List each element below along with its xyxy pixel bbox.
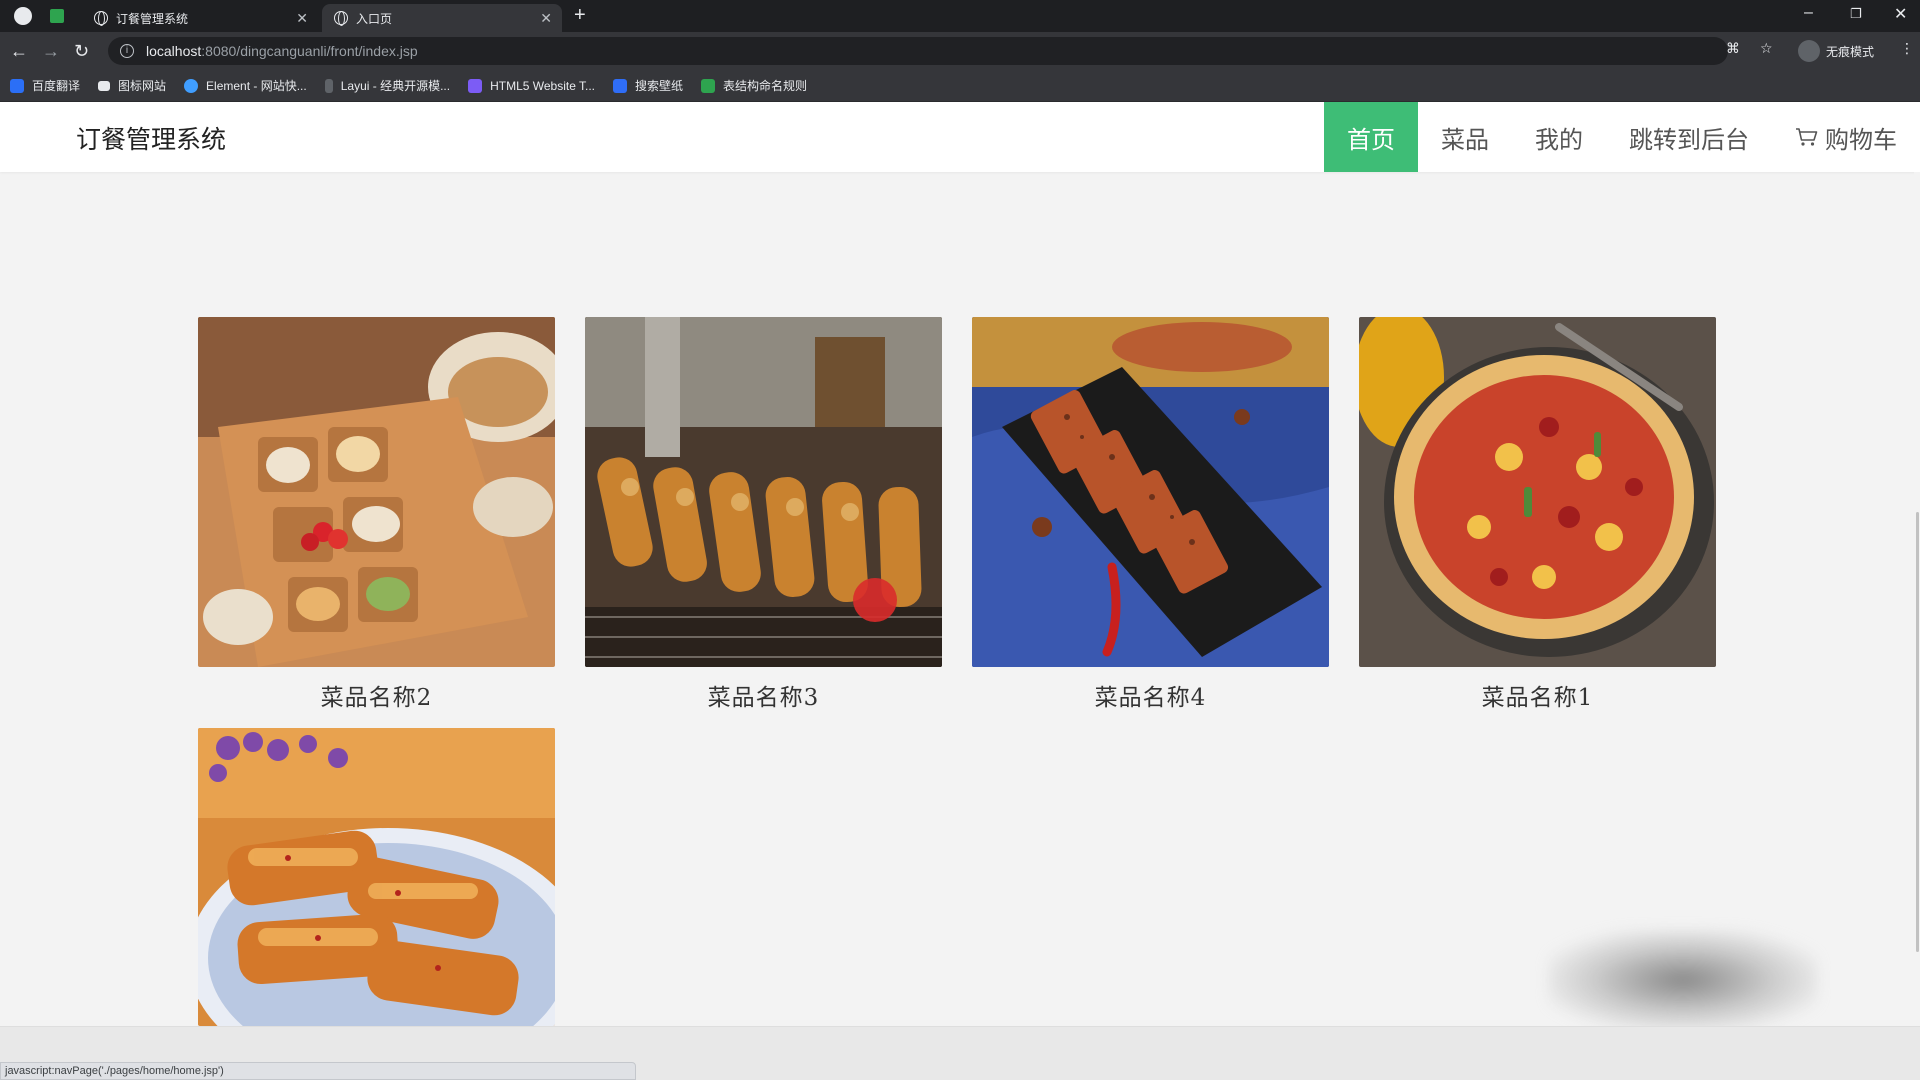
forward-icon[interactable]: → xyxy=(42,41,60,62)
bookmark-item[interactable]: 表结构命名规则 xyxy=(701,77,807,94)
globe-icon xyxy=(334,11,348,26)
bookmark-item[interactable]: 搜索壁纸 xyxy=(613,77,683,94)
cart-icon xyxy=(1796,128,1818,146)
flag-icon xyxy=(98,80,111,91)
blurred-watermark xyxy=(1548,930,1818,1030)
globe-icon xyxy=(94,11,108,26)
scrollbar-thumb[interactable] xyxy=(1916,512,1919,952)
layui-icon xyxy=(324,78,333,93)
bookmark-item[interactable]: 百度翻译 xyxy=(10,77,80,94)
element-icon xyxy=(184,78,199,93)
bookmark-item[interactable]: Layui - 经典开源模... xyxy=(324,77,450,94)
pizza-image[interactable] xyxy=(1359,317,1716,667)
nav-admin[interactable]: 跳转到后台 xyxy=(1606,102,1772,172)
page-content: 订餐管理系统 首页 菜品 我的 跳转到后台 购物车 菜品名称2 菜品名称3 菜品… xyxy=(0,102,1920,1080)
translate-icon xyxy=(10,78,24,93)
dish-card[interactable]: 菜品名称1 xyxy=(1359,317,1716,712)
pastry-image[interactable] xyxy=(198,728,555,1026)
status-bar: javascript:navPage('./pages/home/home.js… xyxy=(0,1062,636,1080)
bento-box-image[interactable] xyxy=(198,317,555,667)
translate-icon[interactable]: ⌘ xyxy=(1726,40,1740,57)
bookmarks-bar: 百度翻译 图标网站 Element - 网站快... Layui - 经典开源模… xyxy=(0,70,1920,102)
fried-tofu-image[interactable] xyxy=(972,317,1329,667)
new-tab-icon[interactable]: + xyxy=(574,4,586,27)
dish-card[interactable] xyxy=(198,728,555,1037)
dish-name[interactable]: 菜品名称2 xyxy=(198,678,555,712)
window-close-icon[interactable]: ✕ xyxy=(1894,4,1907,24)
dish-name[interactable]: 菜品名称3 xyxy=(585,678,942,712)
nav-mine[interactable]: 我的 xyxy=(1512,102,1606,172)
url-path: :8080/dingcanguanli/front/index.jsp xyxy=(201,43,418,59)
nav-dishes[interactable]: 菜品 xyxy=(1418,102,1512,172)
info-icon[interactable]: i xyxy=(120,44,134,58)
pinned-tab-icon[interactable] xyxy=(50,9,64,23)
dish-card[interactable]: 菜品名称4 xyxy=(972,317,1329,712)
close-icon[interactable]: ✕ xyxy=(296,10,308,27)
tab-title: 入口页 xyxy=(356,11,393,26)
bookmark-star-icon[interactable]: ☆ xyxy=(1760,40,1773,57)
url-host: localhost xyxy=(146,43,202,59)
main-nav: 首页 菜品 我的 跳转到后台 购物车 xyxy=(1324,102,1920,172)
dish-card[interactable]: 菜品名称2 xyxy=(198,317,555,712)
tab-orders[interactable]: 订餐管理系统 ✕ xyxy=(82,4,318,32)
incognito-badge[interactable]: 无痕模式 xyxy=(1798,40,1874,62)
browser-toolbar: ← → ↻ i localhost:8080/dingcanguanli/fro… xyxy=(0,32,1920,70)
sheet-icon xyxy=(701,78,716,93)
wallpaper-icon xyxy=(613,78,628,93)
tab-entry[interactable]: 入口页 ✕ xyxy=(322,4,562,32)
restore-icon[interactable]: ❐ xyxy=(1850,6,1862,22)
reload-icon[interactable]: ↻ xyxy=(74,41,89,62)
back-icon[interactable]: ← xyxy=(10,41,28,62)
incognito-icon xyxy=(1798,40,1820,62)
minimize-icon[interactable]: – xyxy=(1804,4,1813,22)
incognito-label: 无痕模式 xyxy=(1826,44,1875,59)
nav-cart[interactable]: 购物车 xyxy=(1772,102,1920,172)
browser-tab-bar: 订餐管理系统 ✕ 入口页 ✕ + – ❐ ✕ xyxy=(0,0,1920,32)
html5-icon xyxy=(468,78,483,93)
grilled-skewers-image[interactable] xyxy=(585,317,942,667)
dish-card[interactable]: 菜品名称3 xyxy=(585,317,942,712)
close-icon[interactable]: ✕ xyxy=(540,10,552,27)
more-menu-icon[interactable]: ⋮ xyxy=(1900,40,1914,57)
address-bar[interactable]: i localhost:8080/dingcanguanli/front/ind… xyxy=(108,37,1728,65)
dish-name[interactable]: 菜品名称4 xyxy=(972,678,1329,712)
nav-home[interactable]: 首页 xyxy=(1324,102,1418,172)
browser-menu-icon[interactable] xyxy=(14,7,32,25)
dish-name[interactable]: 菜品名称1 xyxy=(1359,678,1716,712)
bookmark-item[interactable]: HTML5 Website T... xyxy=(468,78,595,93)
site-brand: 订餐管理系统 xyxy=(76,125,227,154)
page-scrollbar[interactable] xyxy=(1914,172,1920,1012)
tab-title: 订餐管理系统 xyxy=(116,11,189,26)
bookmark-item[interactable]: Element - 网站快... xyxy=(184,77,307,94)
nav-cart-label: 购物车 xyxy=(1825,125,1897,154)
site-header: 订餐管理系统 首页 菜品 我的 跳转到后台 购物车 xyxy=(0,102,1920,172)
bookmark-item[interactable]: 图标网站 xyxy=(98,77,166,94)
